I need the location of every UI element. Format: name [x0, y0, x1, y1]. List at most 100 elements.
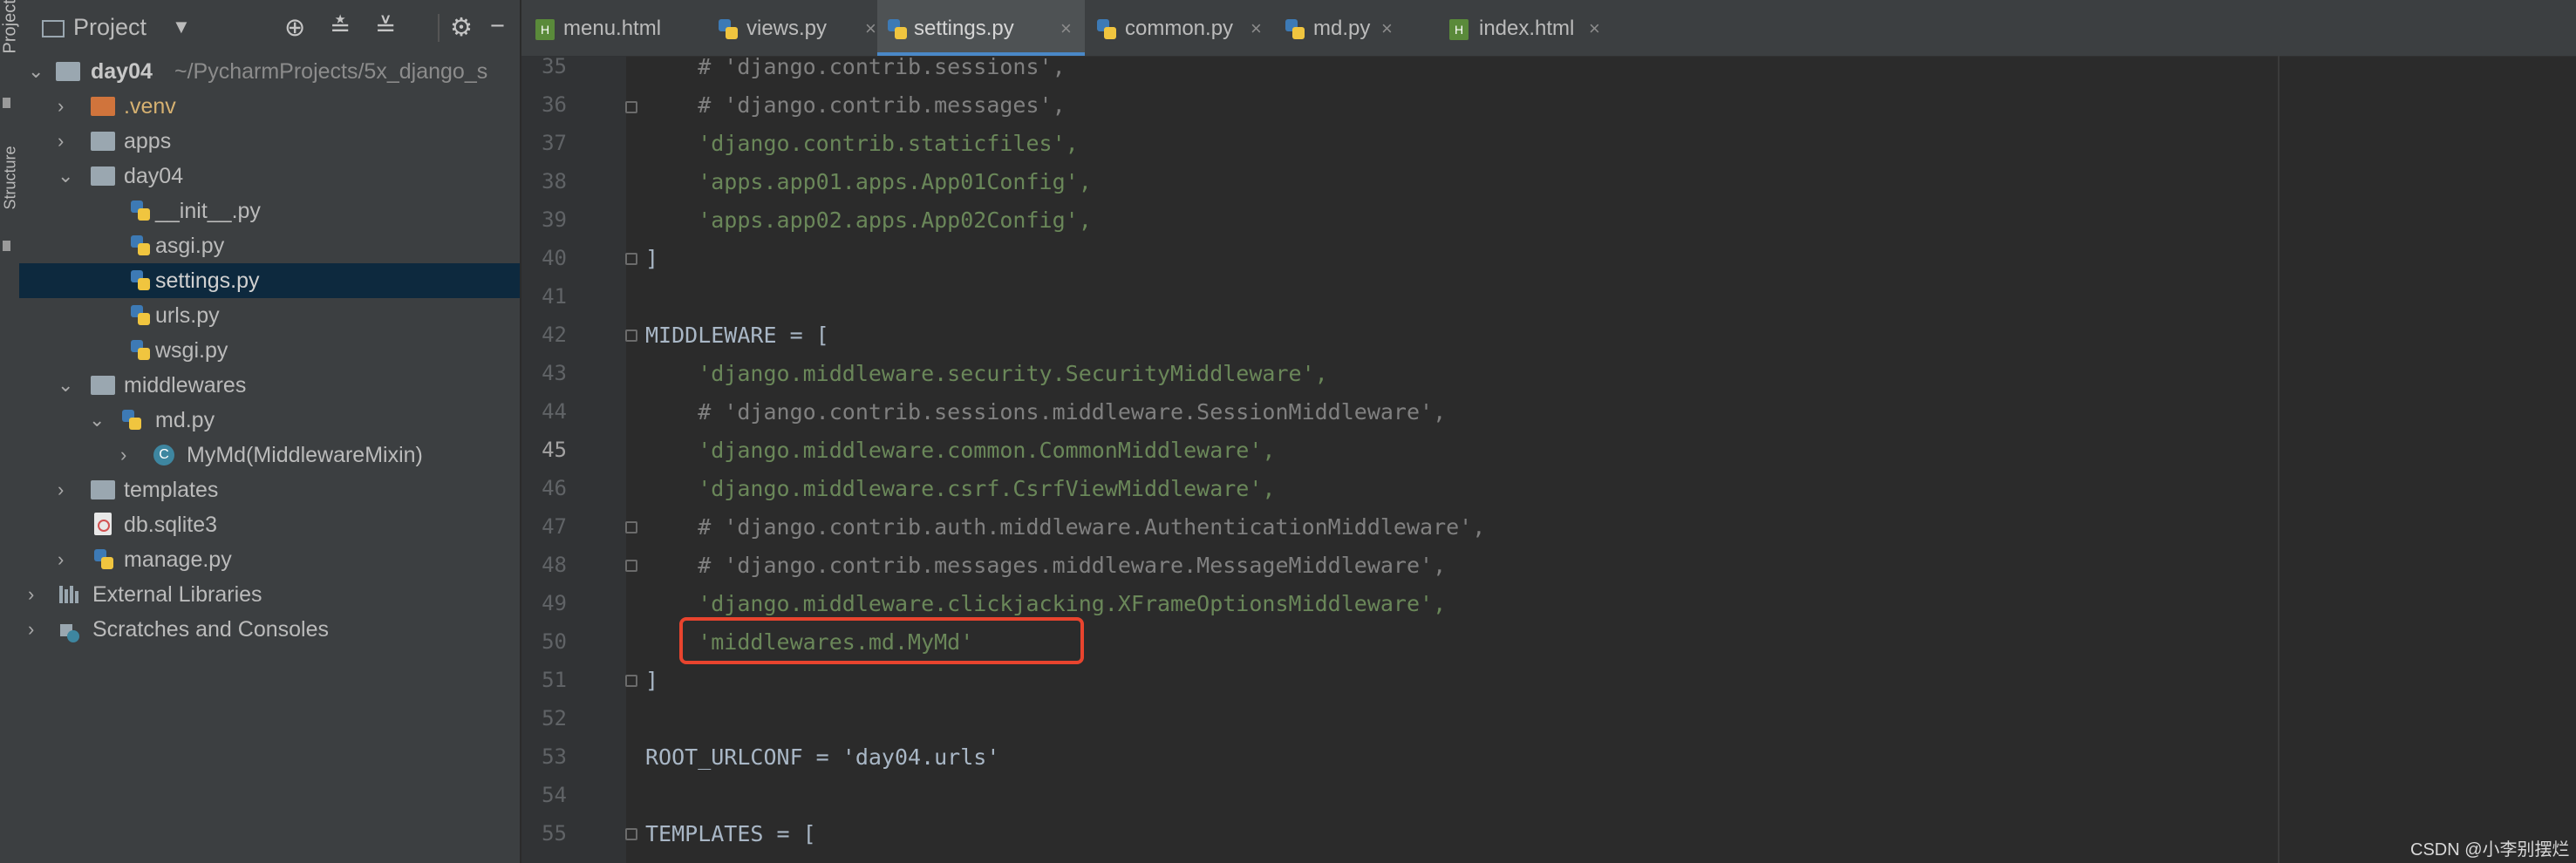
- fold-marker-icon[interactable]: [625, 560, 637, 572]
- python-file-icon: [122, 410, 141, 431]
- python-file-icon: [719, 19, 738, 40]
- chevron-right-icon[interactable]: ›: [28, 577, 34, 612]
- fold-marker-icon[interactable]: [625, 521, 637, 533]
- close-icon[interactable]: ×: [865, 0, 876, 58]
- tree-item-apps[interactable]: › apps: [19, 124, 520, 159]
- tab-menu-html[interactable]: H menu.html: [528, 0, 708, 56]
- tab-md-py[interactable]: md.py ×: [1277, 0, 1407, 56]
- highlight-annotation-box: [679, 617, 1084, 664]
- tree-item-md-py[interactable]: ⌄ md.py: [19, 403, 520, 438]
- tree-item-label: asgi.py: [155, 234, 225, 258]
- editor-tabs: H menu.html views.py × settings.py × com…: [521, 0, 2576, 57]
- structure-tool-tab[interactable]: Structure: [2, 146, 20, 209]
- fold-marker-icon[interactable]: [625, 330, 637, 342]
- tree-item-asgi-py[interactable]: asgi.py: [19, 228, 520, 263]
- code-line[interactable]: # 'django.contrib.messages',: [645, 92, 1065, 118]
- tree-item-venv[interactable]: › .venv: [19, 89, 520, 124]
- chevron-down-icon[interactable]: ⌄: [28, 54, 44, 89]
- chevron-right-icon[interactable]: ›: [58, 542, 64, 577]
- tab-views-py[interactable]: views.py ×: [712, 0, 891, 56]
- line-number: 46: [542, 476, 567, 500]
- gear-icon[interactable]: ⚙: [450, 12, 473, 43]
- code-line[interactable]: 'django.middleware.clickjacking.XFrameOp…: [645, 591, 1446, 616]
- chevron-right-icon[interactable]: ›: [58, 89, 64, 124]
- code-line[interactable]: # 'django.contrib.messages.middleware.Me…: [645, 553, 1446, 578]
- code-line[interactable]: TEMPLATES = [: [645, 821, 816, 846]
- tree-item-wsgi-py[interactable]: wsgi.py: [19, 333, 520, 368]
- chevron-right-icon[interactable]: ›: [58, 124, 64, 159]
- database-file-icon: [94, 513, 112, 535]
- tree-item-templates[interactable]: › templates: [19, 472, 520, 507]
- fold-marker-icon[interactable]: [625, 828, 637, 840]
- close-icon[interactable]: ×: [1251, 0, 1262, 58]
- fold-marker-icon[interactable]: [625, 101, 637, 113]
- tab-index-html[interactable]: H index.html ×: [1442, 0, 1617, 56]
- fold-marker-icon[interactable]: [625, 253, 637, 265]
- code-line[interactable]: # 'django.contrib.auth.middleware.Authen…: [645, 514, 1485, 540]
- code-line[interactable]: ]: [645, 668, 658, 693]
- code-line[interactable]: # 'django.contrib.sessions',: [645, 54, 1065, 79]
- code-line[interactable]: 'apps.app02.apps.App02Config',: [645, 207, 1092, 233]
- fold-marker-icon[interactable]: [625, 675, 637, 687]
- close-icon[interactable]: ×: [1060, 0, 1072, 58]
- chevron-down-icon[interactable]: ⌄: [89, 403, 105, 438]
- code-line[interactable]: 'apps.app01.apps.App01Config',: [645, 169, 1092, 194]
- code-line[interactable]: 'django.middleware.security.SecurityMidd…: [645, 361, 1327, 386]
- code-line[interactable]: # 'django.contrib.sessions.middleware.Se…: [645, 399, 1446, 425]
- line-number: 35: [542, 54, 567, 78]
- tree-item-external-libraries[interactable]: › External Libraries: [19, 577, 520, 612]
- chevron-down-icon[interactable]: ▼: [172, 16, 191, 38]
- tree-item-manage-py[interactable]: › manage.py: [19, 542, 520, 577]
- chevron-right-icon[interactable]: ›: [120, 438, 126, 472]
- line-number: 38: [542, 169, 567, 194]
- python-file-icon: [131, 235, 150, 256]
- tree-item-mymd-class[interactable]: › C MyMd(MiddlewareMixin): [19, 438, 520, 472]
- line-number: 37: [542, 131, 567, 155]
- code-line[interactable]: ]: [645, 246, 658, 271]
- line-number: 36: [542, 92, 567, 117]
- tree-item-middlewares[interactable]: ⌄ middlewares: [19, 368, 520, 403]
- chevron-right-icon[interactable]: ›: [28, 612, 34, 647]
- close-icon[interactable]: ×: [1381, 0, 1393, 58]
- tree-item-scratches[interactable]: › Scratches and Consoles: [19, 612, 520, 647]
- tree-item-urls-py[interactable]: urls.py: [19, 298, 520, 333]
- python-file-icon: [131, 200, 150, 221]
- folder-icon: [91, 480, 115, 499]
- tree-item-settings-py[interactable]: settings.py: [19, 263, 520, 298]
- folder-icon: [56, 62, 80, 81]
- code-line[interactable]: MIDDLEWARE = [: [645, 323, 829, 348]
- project-panel-title[interactable]: Project: [73, 14, 147, 41]
- tree-item-project-root[interactable]: ⌄ day04 ~/PycharmProjects/5x_django_s: [19, 54, 520, 89]
- line-number: 51: [542, 668, 567, 692]
- right-margin-guide: [2278, 56, 2280, 863]
- tab-label: common.py: [1125, 17, 1234, 40]
- tree-item-db-sqlite3[interactable]: db.sqlite3: [19, 507, 520, 542]
- collapse-all-icon[interactable]: ≚: [375, 12, 396, 43]
- close-icon[interactable]: ×: [1589, 0, 1600, 58]
- line-number: 44: [542, 399, 567, 424]
- csdn-watermark: CSDN @小李别摆烂: [2410, 840, 2570, 860]
- tab-common-py[interactable]: common.py ×: [1088, 0, 1273, 56]
- class-icon: C: [153, 445, 174, 465]
- code-line[interactable]: ROOT_URLCONF = 'day04.urls': [645, 744, 999, 770]
- project-tool-tab[interactable]: Project: [1, 0, 21, 54]
- hide-panel-icon[interactable]: −: [490, 12, 505, 41]
- project-tool-icon: [3, 98, 10, 108]
- folder-icon: [91, 132, 115, 151]
- expand-all-icon[interactable]: ≛: [330, 12, 351, 43]
- tab-settings-py[interactable]: settings.py ×: [877, 0, 1085, 56]
- locate-file-icon[interactable]: ⊕: [284, 12, 305, 43]
- python-file-icon: [131, 340, 150, 361]
- chevron-right-icon[interactable]: ›: [58, 472, 64, 507]
- code-line-current[interactable]: 'django.middleware.common.CommonMiddlewa…: [645, 438, 1275, 463]
- tree-item-init-py[interactable]: __init__.py: [19, 194, 520, 228]
- chevron-down-icon[interactable]: ⌄: [58, 159, 73, 194]
- code-line[interactable]: 'django.middleware.csrf.CsrfViewMiddlewa…: [645, 476, 1275, 501]
- tree-item-label: db.sqlite3: [124, 513, 218, 537]
- line-number: 49: [542, 591, 567, 615]
- line-number: 54: [542, 783, 567, 807]
- libraries-icon: [59, 586, 84, 603]
- code-line[interactable]: 'django.contrib.staticfiles',: [645, 131, 1079, 156]
- chevron-down-icon[interactable]: ⌄: [58, 368, 73, 403]
- tree-item-day04-package[interactable]: ⌄ day04: [19, 159, 520, 194]
